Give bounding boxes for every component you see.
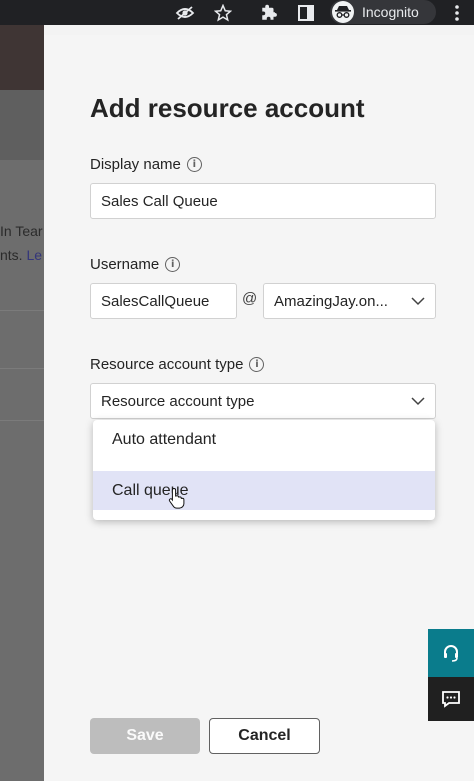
background-text-line2: nts. Le xyxy=(0,247,42,263)
info-icon[interactable]: i xyxy=(186,157,202,172)
option-auto-attendant[interactable]: Auto attendant xyxy=(93,420,435,459)
background-page: In Tear nts. Le xyxy=(0,25,44,781)
background-divider xyxy=(0,310,44,311)
save-button[interactable]: Save xyxy=(90,718,200,754)
chevron-down-icon xyxy=(411,397,425,406)
resource-type-label: Resource account type i xyxy=(90,356,265,373)
incognito-label: Incognito xyxy=(362,4,419,20)
background-link: Le xyxy=(26,247,43,263)
background-text: nts. xyxy=(0,247,27,263)
option-call-queue[interactable]: Call queue xyxy=(93,471,435,510)
sidebar-icon[interactable] xyxy=(295,3,317,22)
username-label-text: Username xyxy=(90,256,160,273)
support-headset-button[interactable] xyxy=(428,629,474,677)
background-subheader xyxy=(0,90,44,160)
star-icon[interactable] xyxy=(212,3,234,22)
display-name-value: Sales Call Queue xyxy=(101,192,218,210)
browser-toolbar: Incognito xyxy=(0,0,474,25)
info-icon[interactable]: i xyxy=(249,357,265,372)
domain-select[interactable]: AmazingJay.on... xyxy=(263,283,436,319)
display-name-label: Display name i xyxy=(90,156,202,173)
domain-value: AmazingJay.on... xyxy=(274,292,388,310)
display-name-label-text: Display name xyxy=(90,156,181,173)
info-icon[interactable]: i xyxy=(165,257,181,272)
username-value: SalesCallQueue xyxy=(101,292,210,310)
panel-title: Add resource account xyxy=(90,93,365,123)
extensions-icon[interactable] xyxy=(258,3,280,22)
eye-off-icon[interactable] xyxy=(174,3,196,22)
add-resource-account-panel: Add resource account Display name i Sale… xyxy=(44,35,474,781)
cancel-button[interactable]: Cancel xyxy=(209,718,320,754)
chat-icon xyxy=(442,691,460,708)
username-label: Username i xyxy=(90,256,181,273)
background-divider xyxy=(0,420,44,421)
resource-type-dropdown: Auto attendant Call queue xyxy=(93,420,435,520)
feedback-chat-button[interactable] xyxy=(428,677,474,721)
background-header xyxy=(0,25,44,90)
incognito-badge[interactable]: Incognito xyxy=(330,0,436,24)
display-name-input[interactable]: Sales Call Queue xyxy=(90,183,436,219)
resource-type-label-text: Resource account type xyxy=(90,356,244,373)
chevron-down-icon xyxy=(411,297,425,306)
headset-icon xyxy=(444,645,458,662)
background-text: In Tear xyxy=(0,223,43,239)
hand-pointer-icon xyxy=(168,487,185,509)
at-sign: @ xyxy=(242,290,258,307)
background-divider xyxy=(0,368,44,369)
username-input[interactable]: SalesCallQueue xyxy=(90,283,237,319)
incognito-icon xyxy=(332,1,354,23)
resource-type-placeholder: Resource account type xyxy=(101,392,255,410)
more-vert-icon[interactable] xyxy=(450,3,464,22)
resource-type-select[interactable]: Resource account type xyxy=(90,383,436,419)
